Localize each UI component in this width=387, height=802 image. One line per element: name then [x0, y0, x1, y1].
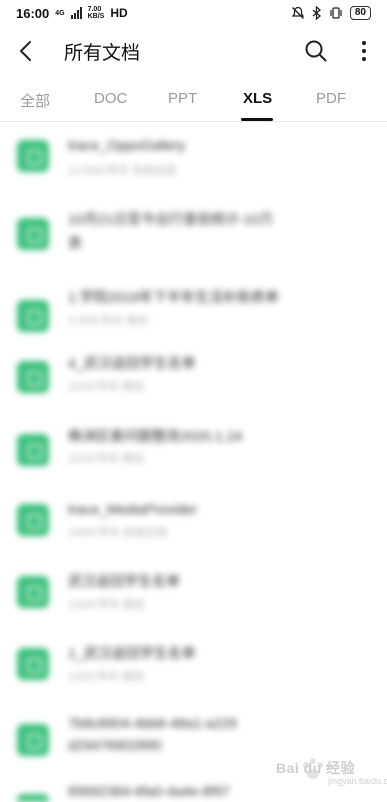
- file-name: 4_武汉返回学生名单: [68, 355, 196, 371]
- search-icon[interactable]: [304, 39, 328, 63]
- file-meta: 11KB 昨天 微信: [68, 381, 145, 393]
- file-meta: 2.3KB 昨天 微信: [68, 315, 149, 327]
- list-item[interactable]: trace_OppoGallery 13.9KB 昨天 系统应用: [0, 122, 387, 192]
- tab-pdf[interactable]: PDF: [316, 90, 346, 107]
- network-type: 4G: [55, 9, 65, 17]
- page-title: 所有文档: [64, 43, 141, 64]
- active-tab-indicator: [241, 118, 273, 121]
- xls-file-icon: [17, 504, 49, 536]
- app-bar: 所有文档: [0, 26, 387, 76]
- list-item[interactable]: 10月21日至今出行查验统计-10万 表: [0, 200, 387, 280]
- hd-indicator: HD: [110, 6, 128, 20]
- more-options-icon[interactable]: [352, 38, 376, 64]
- baidu-watermark: Bai du 经验 jingyan.baidu.com: [270, 752, 387, 792]
- xls-file-icon: [17, 648, 49, 680]
- status-bar: 16:00 4G 7.00 KB/S HD 80: [0, 0, 387, 26]
- file-name: 1_武汉返回学生名单: [68, 645, 196, 661]
- file-list: trace_OppoGallery 13.9KB 昨天 系统应用 10月21日至…: [0, 122, 387, 802]
- file-name: 武汉返回学生名单: [68, 573, 180, 589]
- status-right: 80: [291, 6, 371, 20]
- xls-file-icon: [17, 300, 49, 332]
- list-item[interactable]: 武汉返回学生名单 12KB 昨天 微信: [0, 558, 387, 628]
- tab-xls[interactable]: XLS: [243, 90, 272, 107]
- file-name: trace_OppoGallery: [68, 137, 186, 153]
- list-item[interactable]: 1.学院2019年下半年生活补助表单 2.3KB 昨天 微信: [0, 282, 387, 352]
- xls-file-icon: [17, 218, 49, 250]
- list-item[interactable]: 4_武汉返回学生名单 11KB 昨天 微信: [0, 344, 387, 414]
- network-speed: 7.00 KB/S: [87, 6, 105, 20]
- file-name: 10月21日至今出行查验统计-10万: [68, 211, 274, 227]
- watermark-url: jingyan.baidu.com: [328, 776, 387, 786]
- signal-icon: [70, 7, 82, 19]
- battery-icon: 80: [349, 6, 371, 20]
- watermark-brand: Bai du 经验: [276, 760, 356, 776]
- tab-doc[interactable]: DOC: [94, 90, 127, 107]
- vibrate-icon: [330, 7, 342, 19]
- file-type-tabs: 全部 DOC PPT XLS PDF: [0, 78, 387, 122]
- mute-icon: [291, 6, 305, 19]
- bluetooth-icon: [312, 6, 321, 20]
- list-item[interactable]: 株洲区委问题整改2020.1.24 11KB 昨天 微信: [0, 416, 387, 486]
- xls-file-icon: [17, 576, 49, 608]
- file-meta: 12KB 昨天 微信: [68, 599, 146, 611]
- status-left: 16:00 4G 7.00 KB/S HD: [16, 6, 128, 21]
- xls-file-icon: [17, 140, 49, 172]
- xls-file-icon: [17, 724, 49, 756]
- list-item[interactable]: trace_MediaProvider 14KB 昨天 系统应用: [0, 486, 387, 556]
- clock: 16:00: [16, 5, 50, 21]
- file-meta: 11KB 昨天 微信: [68, 671, 145, 683]
- list-item[interactable]: 1_武汉返回学生名单 11KB 昨天 微信: [0, 630, 387, 700]
- file-meta: 11KB 昨天 微信: [68, 453, 145, 465]
- file-name: 株洲区委问题整改2020.1.24: [68, 428, 243, 444]
- back-arrow-icon[interactable]: [16, 40, 38, 62]
- file-meta: 13.9KB 昨天 系统应用: [68, 165, 177, 177]
- tab-all[interactable]: 全部: [20, 90, 50, 111]
- file-name: 1.学院2019年下半年生活补助表单: [68, 289, 279, 305]
- xls-file-icon: [17, 794, 49, 802]
- file-meta: 14KB 昨天 系统应用: [68, 527, 168, 539]
- file-name: 7b8c8904-4bb8-48a1-a229: [68, 715, 237, 731]
- file-name: trace_MediaProvider: [68, 501, 198, 517]
- file-name-line2: 表: [68, 235, 82, 251]
- xls-file-icon: [17, 434, 49, 466]
- tab-ppt[interactable]: PPT: [168, 90, 197, 107]
- xls-file-icon: [17, 361, 49, 393]
